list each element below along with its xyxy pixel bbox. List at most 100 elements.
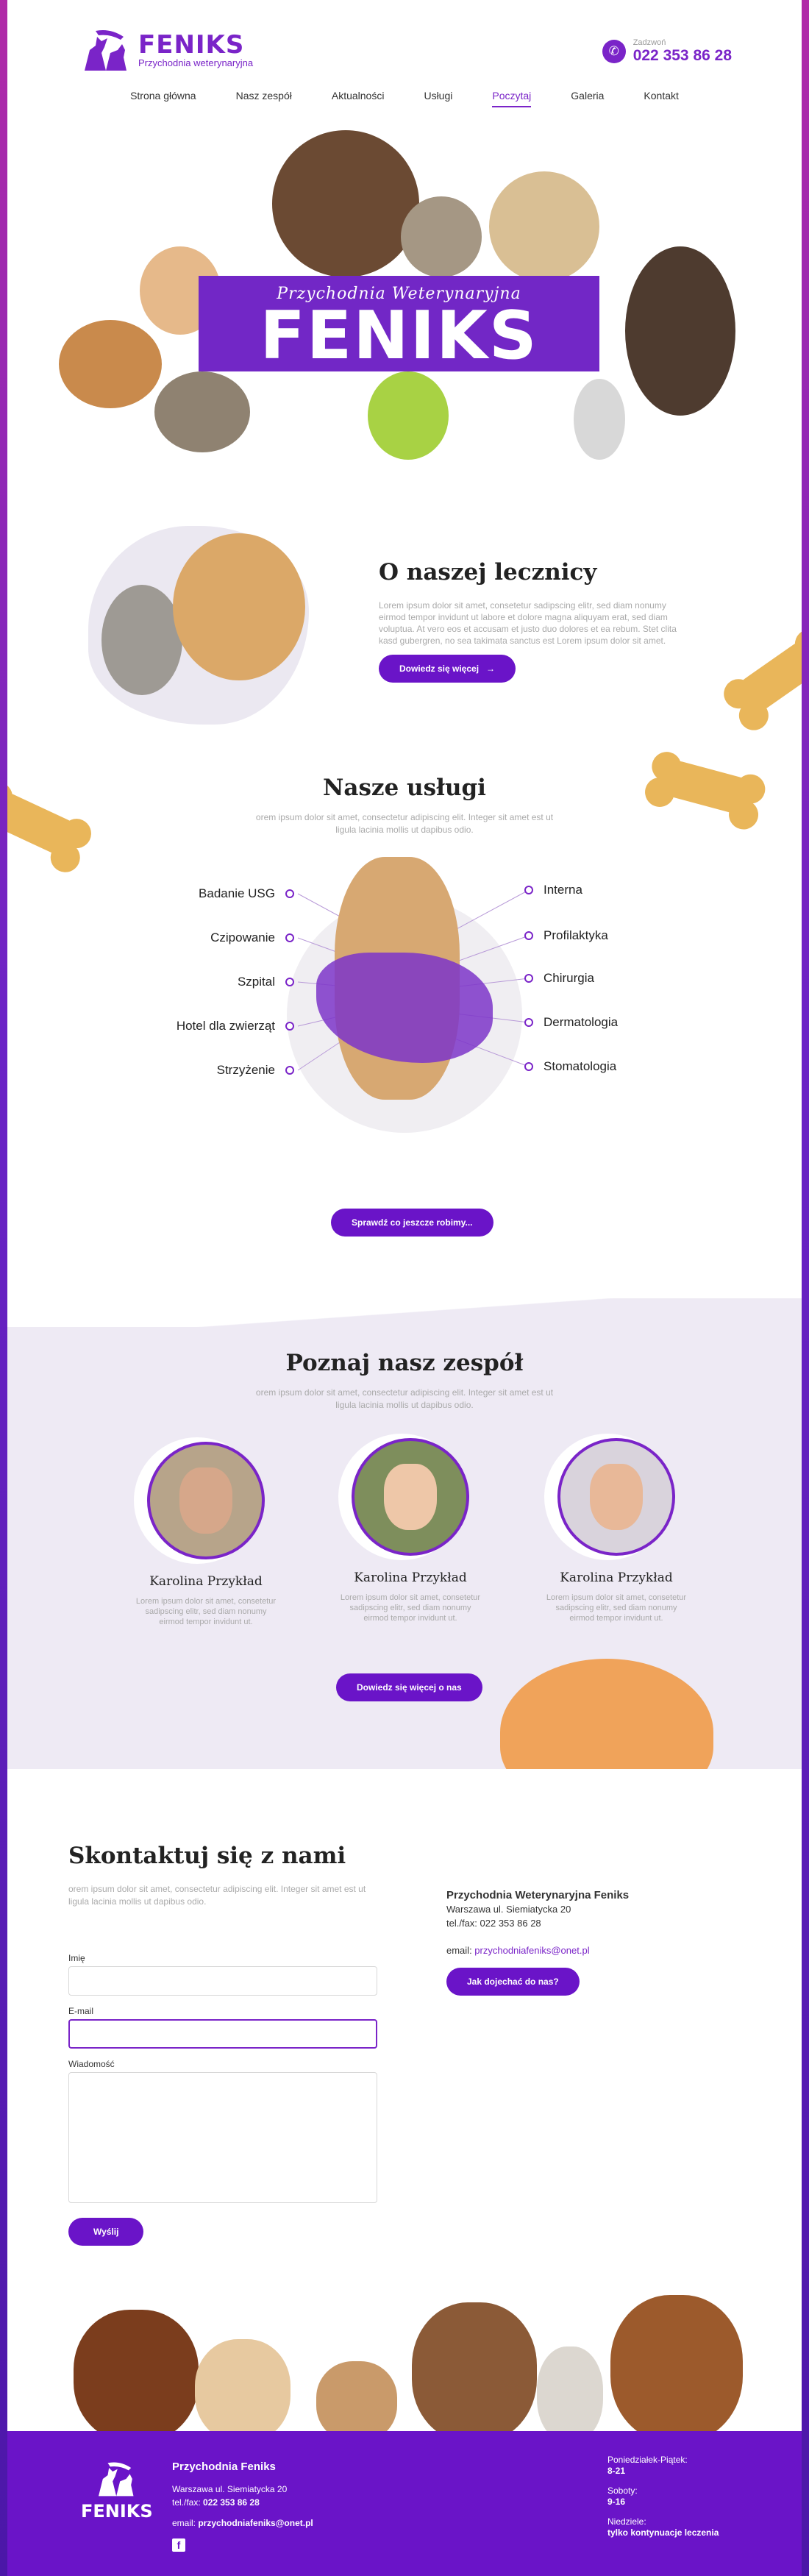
- member-bio: Lorem ipsum dolor sit amet, consetetur s…: [135, 1597, 277, 1626]
- about-cat-image: [101, 585, 182, 695]
- face: [590, 1464, 643, 1530]
- tabby-cat-image: [316, 2361, 397, 2442]
- page-frame: FENIKS Przychodnia weterynaryjna ✆ Zadzw…: [0, 0, 809, 2576]
- avatar: [352, 1438, 469, 1556]
- header-phone[interactable]: ✆ Zadzwoń 022 353 86 28: [602, 38, 732, 65]
- service-dot: [285, 889, 294, 898]
- rat-image: [574, 379, 625, 460]
- hedgehog-image: [154, 371, 250, 452]
- nav-home[interactable]: Strona główna: [130, 90, 196, 107]
- contact-section: Skontaktuj się z nami orem ipsum dolor s…: [7, 1769, 802, 2288]
- footer-phone: 022 353 86 28: [203, 2497, 260, 2508]
- footer-info: Przychodnia Feniks Warszawa ul. Siemiaty…: [172, 2461, 313, 2552]
- member-bio: Lorem ipsum dolor sit amet, consetetur s…: [546, 1593, 687, 1623]
- service-dot: [285, 1066, 294, 1075]
- clinic-email-link[interactable]: przychodniafeniks@onet.pl: [474, 1945, 589, 1956]
- message-field[interactable]: [68, 2072, 377, 2203]
- service-chipping[interactable]: Czipowanie: [210, 931, 294, 945]
- guinea-pig-image: [59, 320, 162, 408]
- footer-email-line: email: przychodniafeniks@onet.pl: [172, 2516, 313, 2530]
- animals-strip: [7, 2288, 802, 2442]
- site-header: FENIKS Przychodnia weterynaryjna ✆ Zadzw…: [7, 0, 802, 129]
- service-grooming[interactable]: Strzyżenie: [217, 1063, 294, 1078]
- opening-hours: Poniedziałek-Piątek: 8-21 Soboty: 9-16 N…: [607, 2455, 719, 2547]
- service-label: Szpital: [237, 975, 275, 989]
- about-puppy-image: [173, 533, 305, 680]
- footer-phone-line: tel./fax: 022 353 86 28: [172, 2496, 313, 2509]
- service-dot: [285, 933, 294, 942]
- vet-logo-icon: [85, 30, 126, 71]
- service-hospital[interactable]: Szpital: [238, 975, 294, 989]
- footer-email-link[interactable]: przychodniafeniks@onet.pl: [198, 2518, 313, 2528]
- service-surgery[interactable]: Chirurgia: [524, 971, 594, 986]
- nav-read[interactable]: Poczytaj: [492, 90, 532, 107]
- team-more-button[interactable]: Dowiedz się więcej o nas: [336, 1673, 482, 1701]
- team-member: Karolina Przykład Lorem ipsum dolor sit …: [318, 1438, 502, 1623]
- member-bio: Lorem ipsum dolor sit amet, consetetur s…: [340, 1593, 481, 1623]
- service-label: Profilaktyka: [544, 928, 608, 942]
- hours-label: Niedziele:: [607, 2516, 646, 2527]
- bone-right-top-icon: [730, 634, 802, 719]
- phone-number: 022 353 86 28: [632, 47, 732, 64]
- service-dentistry[interactable]: Stomatologia: [524, 1059, 616, 1074]
- phone-label: Zadzwoń: [632, 38, 666, 47]
- facebook-icon[interactable]: f: [172, 2538, 185, 2552]
- service-dermatology[interactable]: Dermatologia: [524, 1015, 618, 1030]
- cat-image: [401, 196, 482, 277]
- nav-team[interactable]: Nasz zespół: [236, 90, 292, 107]
- service-dot: [285, 978, 294, 986]
- contact-title: Skontaktuj się z nami: [68, 1843, 346, 1869]
- service-label: Chirurgia: [544, 971, 594, 985]
- avatar: [147, 1442, 265, 1559]
- white-cat-image: [537, 2346, 603, 2442]
- clinic-email-prefix: email:: [446, 1945, 475, 1956]
- spaniel-image: [195, 2339, 291, 2442]
- service-internal[interactable]: Interna: [524, 883, 582, 897]
- clinic-email: email: przychodniafeniks@onet.pl: [446, 1943, 629, 1957]
- member-name: Karolina Przykład: [560, 1570, 673, 1585]
- face: [179, 1467, 232, 1534]
- services-section: Nasze usługi orem ipsum dolor sit amet, …: [7, 757, 802, 1298]
- parrot-image: [368, 371, 449, 460]
- clinic-info: Przychodnia Weterynaryjna Feniks Warszaw…: [446, 1888, 629, 1996]
- service-label: Czipowanie: [210, 931, 275, 944]
- about-more-button[interactable]: Dowiedz się więcej →: [379, 655, 516, 683]
- team-divider: [7, 1298, 802, 1327]
- about-section: O naszej lecznicy Lorem ipsum dolor sit …: [7, 474, 802, 769]
- message-label: Wiadomość: [68, 2059, 115, 2069]
- clinic-name: Przychodnia Weterynaryjna Feniks: [446, 1889, 630, 1901]
- footer-logo[interactable]: FENIKS: [81, 2461, 153, 2522]
- service-label: Stomatologia: [544, 1059, 617, 1073]
- vet-logo-icon: [98, 2462, 134, 2497]
- send-button[interactable]: Wyślij: [68, 2218, 144, 2246]
- hero: Przychodnia Weterynaryjna FENIKS: [7, 129, 802, 474]
- footer-address: Warszawa ul. Siemiatycka 20: [172, 2484, 288, 2494]
- nav-gallery[interactable]: Galeria: [571, 90, 604, 107]
- boxer-image: [610, 2295, 743, 2442]
- nav-news[interactable]: Aktualności: [332, 90, 385, 107]
- about-title: O naszej lecznicy: [379, 559, 597, 586]
- nav-services[interactable]: Usługi: [424, 90, 452, 107]
- service-prophylaxis[interactable]: Profilaktyka: [524, 928, 608, 943]
- email-field[interactable]: [68, 2019, 377, 2049]
- service-dot: [524, 974, 533, 983]
- service-label: Hotel dla zwierząt: [176, 1019, 275, 1033]
- dog-image: [272, 130, 419, 277]
- service-label: Dermatologia: [544, 1015, 619, 1029]
- hours-label: Poniedziałek-Piątek:: [607, 2455, 688, 2465]
- logo[interactable]: FENIKS Przychodnia weterynaryjna: [81, 28, 253, 72]
- hero-title: FENIKS: [260, 297, 538, 374]
- services-more-button[interactable]: Sprawdź co jeszcze robimy...: [331, 1209, 493, 1237]
- clinic-address: Warszawa ul. Siemiatycka 20: [446, 1904, 571, 1915]
- page: FENIKS Przychodnia weterynaryjna ✆ Zadzw…: [7, 0, 802, 2576]
- team-section: Poznaj nasz zespół orem ipsum dolor sit …: [7, 1298, 802, 1806]
- name-field[interactable]: [68, 1966, 377, 1996]
- hero-banner: Przychodnia Weterynaryjna FENIKS: [199, 276, 599, 371]
- contact-subtitle: orem ipsum dolor sit amet, consectetur a…: [68, 1884, 366, 1907]
- service-ultrasound[interactable]: Badanie USG: [199, 886, 294, 901]
- service-pet-hotel[interactable]: Hotel dla zwierząt: [177, 1019, 294, 1033]
- service-label: Interna: [544, 883, 582, 897]
- nav-contact[interactable]: Kontakt: [644, 90, 678, 107]
- directions-button[interactable]: Jak dojechać do nas?: [446, 1968, 580, 1996]
- arrow-right-icon: →: [486, 663, 496, 674]
